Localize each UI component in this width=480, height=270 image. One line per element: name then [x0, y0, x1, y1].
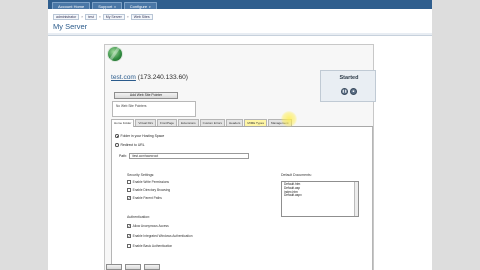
- tab-home-folder[interactable]: Home Folder: [111, 119, 135, 127]
- redirect-radio-label: Redirect to URL: [120, 143, 145, 147]
- checkbox-row[interactable]: Enable Basic Authentication: [127, 244, 172, 248]
- update-button[interactable]: [106, 264, 122, 270]
- checkbox-label: Enable Write Permissions: [132, 180, 170, 184]
- security-settings-title: Security Settings:: [127, 173, 155, 177]
- scrollbar[interactable]: [354, 182, 358, 216]
- server-heading: test.com (173.240.133.60): [111, 74, 188, 81]
- checkbox-row[interactable]: Enable Integrated Windows Authentication: [127, 234, 193, 238]
- tab-mime-types[interactable]: MIME Types: [244, 119, 267, 126]
- checkbox-label: Enable Integrated Windows Authentication: [132, 234, 193, 238]
- tab-extensions[interactable]: Extensions: [177, 119, 199, 126]
- status-label: Started: [339, 75, 359, 81]
- option-redirect-row[interactable]: Redirect to URL: [115, 143, 145, 147]
- folder-radio-label: Folder in your Hosting Space: [120, 134, 165, 138]
- checkbox-label: Allow Anonymous Access: [132, 224, 169, 228]
- path-label: Path:: [119, 154, 127, 158]
- path-row: Path: \test.com\wwwroot: [119, 153, 249, 159]
- pointers-empty-note: No Web Site Pointers: [116, 104, 147, 108]
- top-nav: Account Home Support ▾ Configure ▾: [48, 0, 432, 9]
- option-folder-row[interactable]: Folder in your Hosting Space: [115, 134, 164, 138]
- nav-tab-label: Account Home: [58, 4, 85, 9]
- tab-virtual-dirs[interactable]: Virtual Dirs: [135, 119, 156, 126]
- checkbox-row[interactable]: Enable Directory Browsing: [127, 188, 170, 192]
- settings-tabs: Home Folder Virtual Dirs FrontPage Exten…: [111, 119, 373, 127]
- site-ip: (173.240.133.60): [137, 74, 188, 81]
- checkbox-row[interactable]: Enable Parent Paths: [127, 196, 162, 200]
- tab-custom-errors[interactable]: Custom Errors: [199, 119, 226, 126]
- nav-tab-support[interactable]: Support ▾: [92, 2, 122, 9]
- bottom-buttons: [106, 264, 160, 270]
- chevron-down-icon: ▾: [149, 5, 151, 9]
- tab-headers[interactable]: Headers: [226, 119, 244, 126]
- nav-tab-label: Support: [98, 4, 113, 9]
- breadcrumb: administrator » test » My Server » Web S…: [48, 13, 432, 21]
- page-title: My Server: [53, 22, 88, 31]
- cancel-button[interactable]: [125, 264, 141, 270]
- breadcrumb-item-administrator[interactable]: administrator: [53, 14, 80, 20]
- authentication-title: Authentication:: [127, 215, 151, 219]
- checkbox-row[interactable]: Enable Write Permissions: [127, 180, 169, 184]
- folder-radio[interactable]: [115, 134, 119, 138]
- delete-button[interactable]: [144, 264, 160, 270]
- web-site-panel: test.com (173.240.133.60) Add Web Site P…: [104, 44, 376, 270]
- breadcrumb-item-web-sites[interactable]: Web Sites: [130, 14, 153, 20]
- parent-paths-checkbox[interactable]: [127, 196, 131, 200]
- pause-icon[interactable]: ❚❚: [341, 88, 348, 95]
- checkbox-label: Enable Basic Authentication: [132, 244, 173, 248]
- redirect-radio[interactable]: [115, 143, 119, 147]
- list-item: Default.aspx: [284, 193, 302, 198]
- breadcrumb-separator: »: [126, 15, 129, 19]
- default-documents-title: Default Documents:: [281, 173, 312, 177]
- basic-auth-checkbox[interactable]: [127, 244, 131, 248]
- default-documents-list[interactable]: Default.htm Default.asp index.htm Defaul…: [281, 181, 359, 217]
- breadcrumb-separator: »: [81, 15, 84, 19]
- write-permissions-checkbox[interactable]: [127, 180, 131, 184]
- windows-auth-checkbox[interactable]: [127, 234, 131, 238]
- path-input[interactable]: \test.com\wwwroot: [128, 153, 249, 159]
- status-box: Started ❚❚ ■: [320, 70, 376, 102]
- page: Account Home Support ▾ Configure ▾ adminis…: [48, 0, 432, 270]
- site-name-link[interactable]: test.com: [111, 74, 136, 81]
- globe-icon: [108, 47, 122, 61]
- add-web-site-pointer-button[interactable]: Add Web Site Pointer: [114, 92, 178, 99]
- nav-tab-configure[interactable]: Configure ▾: [123, 2, 157, 9]
- checkbox-row[interactable]: Allow Anonymous Access: [127, 224, 169, 228]
- pointers-list: No Web Site Pointers: [112, 101, 196, 117]
- directory-browsing-checkbox[interactable]: [127, 188, 131, 192]
- stop-icon[interactable]: ■: [350, 88, 357, 95]
- breadcrumb-separator: »: [98, 15, 101, 19]
- breadcrumb-item-test[interactable]: test: [85, 14, 97, 20]
- nav-tab-account-home[interactable]: Account Home: [52, 2, 91, 9]
- title-divider: [48, 33, 432, 36]
- tab-frontpage[interactable]: FrontPage: [156, 119, 177, 126]
- chevron-down-icon: ▾: [114, 5, 116, 9]
- checkbox-label: Enable Parent Paths: [132, 196, 162, 200]
- anonymous-access-checkbox[interactable]: [127, 224, 131, 228]
- breadcrumb-item-my-server[interactable]: My Server: [102, 14, 125, 20]
- checkbox-label: Enable Directory Browsing: [132, 188, 171, 192]
- nav-tab-label: Configure: [129, 4, 148, 9]
- tab-management[interactable]: Management: [267, 119, 292, 126]
